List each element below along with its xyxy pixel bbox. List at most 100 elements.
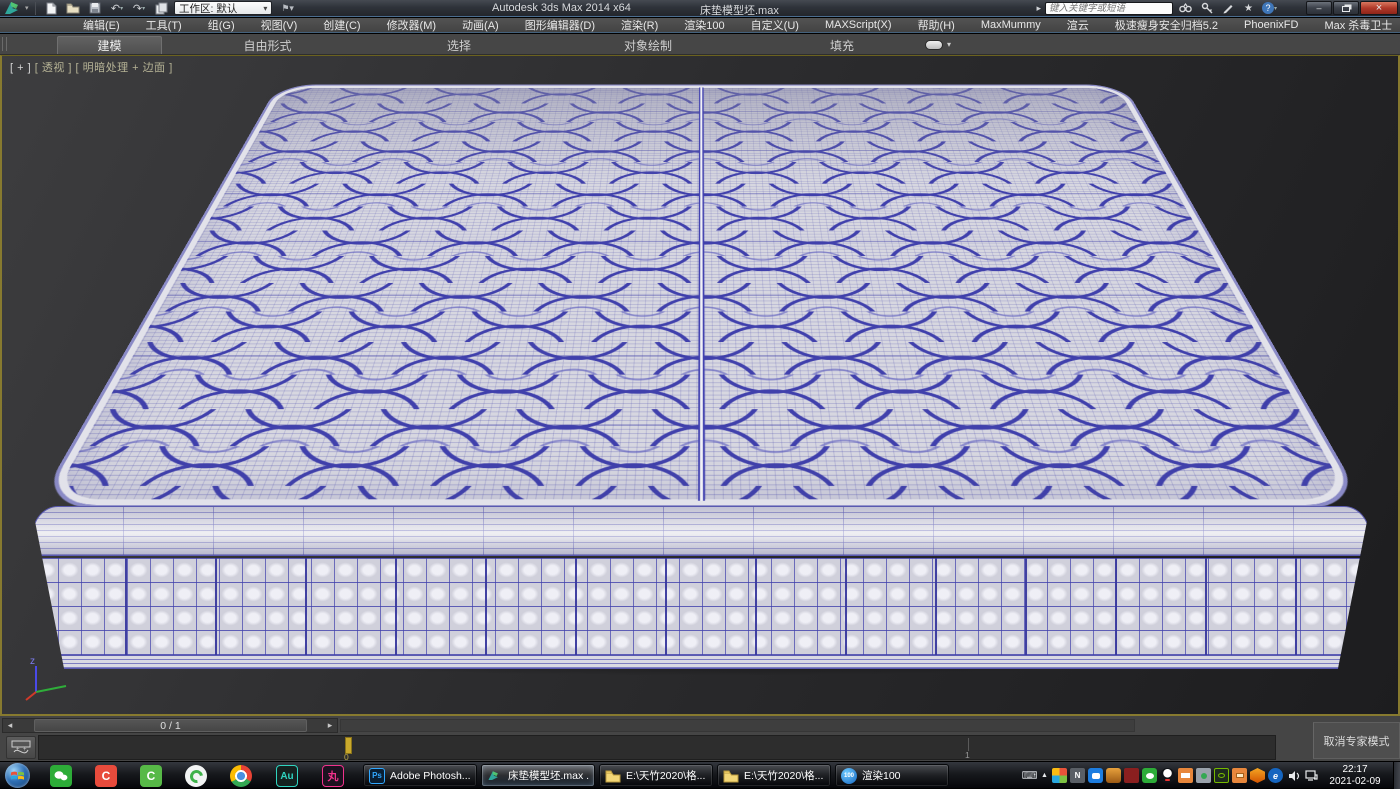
ribbon-minimize-button[interactable]: ▾ <box>925 38 965 51</box>
communication-center-button[interactable] <box>1219 1 1236 15</box>
menu-phoenixfd[interactable]: PhoenixFD <box>1231 19 1311 31</box>
search-input[interactable] <box>1045 2 1173 15</box>
menu-create[interactable]: 创建(C) <box>310 17 373 33</box>
undo-button[interactable]: ↶ ▾ <box>108 1 126 16</box>
ribbon-grip[interactable] <box>2 37 7 51</box>
network-icon[interactable] <box>1304 768 1319 783</box>
menu-antivirus[interactable]: Max 杀毒卫士 <box>1311 17 1400 33</box>
camtasia-studio-icon[interactable]: C <box>140 765 162 787</box>
menu-renderbus[interactable]: 渲云 <box>1054 17 1102 33</box>
infocenter-collapse-icon[interactable]: ▸ <box>1036 3 1041 14</box>
app-menu-caret-icon: ▾ <box>25 4 29 12</box>
ribbon-tab-populate[interactable]: 填充 <box>813 36 871 54</box>
taskbar-button-folder-1[interactable]: E:\天竹2020\格... <box>599 764 713 787</box>
redo-button[interactable]: ↷ ▾ <box>130 1 148 16</box>
minimize-button[interactable]: – <box>1306 1 1332 15</box>
ribbon-tab-modeling[interactable]: 建模 <box>57 36 162 54</box>
wondershare-icon[interactable]: 丸 <box>322 765 344 787</box>
cancel-expert-mode-button[interactable]: 取消专家模式 <box>1313 722 1400 759</box>
subscription-button[interactable] <box>1198 1 1215 15</box>
time-slider-grip[interactable]: 0 / 1 <box>34 719 307 732</box>
viewport-general-menu[interactable]: [ + ] <box>10 62 31 74</box>
save-file-button[interactable] <box>86 1 104 16</box>
usb-check-icon <box>1201 773 1207 779</box>
wechat-tray-icon[interactable] <box>1142 768 1157 783</box>
restore-icon <box>1342 6 1350 12</box>
menu-slim-archive[interactable]: 极速瘦身安全归档5.2 <box>1102 17 1231 33</box>
time-slider-track[interactable]: ◂ 0 / 1 ▸ <box>2 718 338 733</box>
infocenter: ▸ ★ ? ▾ <box>1036 1 1278 15</box>
open-folder-icon <box>66 2 80 14</box>
3dsmax-logo-icon <box>3 1 25 16</box>
browser-360-icon[interactable] <box>185 765 207 787</box>
open-file-button[interactable] <box>64 1 82 16</box>
screenshot-icon[interactable] <box>1232 768 1247 783</box>
usb-eject-icon[interactable] <box>1196 768 1211 783</box>
menu-help[interactable]: 帮助(H) <box>905 17 968 33</box>
menu-views[interactable]: 视图(V) <box>248 17 311 33</box>
window-title-doc: 床垫模型坯.max <box>700 2 779 18</box>
ribbon-tab-freeform[interactable]: 自由形式 <box>200 36 335 54</box>
speaker-icon <box>1288 770 1300 782</box>
tim-icon[interactable] <box>1088 768 1103 783</box>
ime-tool-icon[interactable]: N <box>1070 768 1085 783</box>
search-button[interactable] <box>1177 1 1194 15</box>
mattress-front-side <box>32 506 1370 669</box>
taskbar-clock[interactable]: 22:17 2021-02-09 <box>1320 764 1390 787</box>
start-button[interactable] <box>5 763 30 788</box>
menu-customize[interactable]: 自定义(U) <box>738 17 812 33</box>
qq-icon[interactable] <box>1160 768 1175 783</box>
menu-maxscript[interactable]: MAXScript(X) <box>812 19 905 31</box>
viewport-pov-menu[interactable]: [ 透视 ] <box>35 62 72 74</box>
menu-render100[interactable]: 渲染100 <box>671 17 737 33</box>
taskbar-button-photoshop[interactable]: Ps Adobe Photosh... <box>363 764 477 787</box>
menu-edit[interactable]: 编辑(E) <box>70 17 133 33</box>
workspace-pin-button[interactable]: ⚑▾ <box>281 3 294 14</box>
jar-icon[interactable] <box>1106 768 1121 783</box>
ribbon-tab-object-paint[interactable]: 对象绘制 <box>594 36 702 54</box>
close-button[interactable]: × <box>1360 1 1398 15</box>
help-button[interactable]: ? ▾ <box>1261 1 1278 15</box>
ime-keyboard-icon[interactable]: ⌨ <box>1022 768 1037 783</box>
camtasia-recorder-icon[interactable]: C <box>95 765 117 787</box>
security-icon[interactable] <box>1250 768 1265 783</box>
menu-animation[interactable]: 动画(A) <box>449 17 512 33</box>
wechat-bubble-icon <box>1146 773 1154 779</box>
hidden-icons-arrow-icon[interactable]: ▲ <box>1040 768 1049 783</box>
audition-icon[interactable]: Au <box>276 765 298 787</box>
svg-text:+: + <box>23 747 27 753</box>
window-tool-icon[interactable] <box>1178 768 1193 783</box>
manage-links-button[interactable] <box>152 1 170 16</box>
internet-icon[interactable]: e <box>1268 768 1283 783</box>
restore-button[interactable] <box>1333 1 1359 15</box>
next-frame-arrow-icon[interactable]: ▸ <box>323 720 337 731</box>
workspace-selector[interactable]: 工作区: 默认 ▾ <box>174 1 272 15</box>
nvidia-icon[interactable] <box>1214 768 1229 783</box>
menu-maxmummy[interactable]: MaxMummy <box>968 19 1054 31</box>
key-icon <box>1201 2 1213 14</box>
prev-frame-arrow-icon[interactable]: ◂ <box>3 720 17 731</box>
menu-modifiers[interactable]: 修改器(M) <box>374 17 450 33</box>
mattress-quilted-top <box>35 84 1367 508</box>
volume-icon[interactable] <box>1286 768 1301 783</box>
taskbar-button-folder-2[interactable]: E:\天竹2020\格... <box>717 764 831 787</box>
perspective-viewport[interactable]: [ + ] [ 透视 ] [ 明暗处理 + 边面 ] z <box>0 55 1400 716</box>
taskbar-button-3dsmax[interactable]: 床垫模型坯.max ... <box>481 764 595 787</box>
favorites-button[interactable]: ★ <box>1240 1 1257 15</box>
viewport-shading-menu[interactable]: [ 明暗处理 + 边面 ] <box>76 62 173 74</box>
taskbar-button-render100[interactable]: 100 渲染100 <box>835 764 949 787</box>
menu-tools[interactable]: 工具(T) <box>133 17 195 33</box>
track-bar[interactable]: 0 1 <box>38 735 1276 760</box>
chrome-icon[interactable] <box>230 765 252 787</box>
show-desktop-button[interactable] <box>1393 762 1400 789</box>
app-menu-button[interactable]: ▾ <box>3 0 29 16</box>
ribbon-tab-selection[interactable]: 选择 <box>428 36 490 54</box>
new-scene-button[interactable] <box>42 1 60 16</box>
wechat-taskbar-icon[interactable] <box>50 765 72 787</box>
menu-group[interactable]: 组(G) <box>195 17 248 33</box>
mini-curve-editor-button[interactable]: + + <box>6 736 36 759</box>
reader-icon[interactable] <box>1124 768 1139 783</box>
menu-rendering[interactable]: 渲染(R) <box>608 17 671 33</box>
translator-icon[interactable] <box>1052 768 1067 783</box>
menu-graph-editors[interactable]: 图形编辑器(D) <box>512 17 608 33</box>
